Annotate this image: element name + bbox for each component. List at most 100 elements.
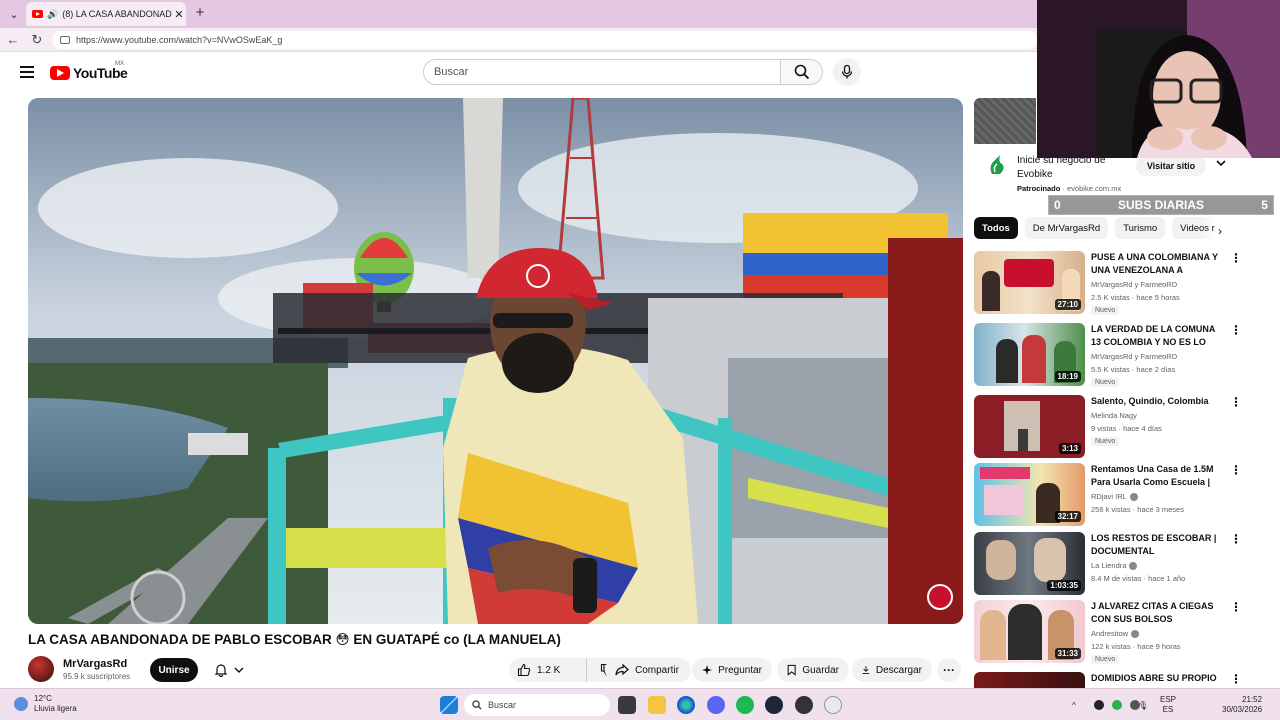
- browser-tab-active[interactable]: 🔊 (8) LA CASA ABANDONADA D ✕: [26, 2, 186, 26]
- video-title[interactable]: DOMIDIOS ABRE SU PROPIO: [1091, 672, 1226, 685]
- search-input[interactable]: [423, 59, 781, 85]
- chip-tourism[interactable]: Turismo: [1115, 217, 1166, 239]
- discord-icon[interactable]: [707, 696, 725, 714]
- video-stats: 256 k vistas · hace 3 meses: [1091, 505, 1184, 514]
- share-button[interactable]: Compartir: [605, 658, 691, 682]
- more-actions-icon[interactable]: ···: [937, 658, 961, 682]
- video-duration: 3:13: [1058, 443, 1081, 454]
- video-thumbnail[interactable]: 32:17: [974, 463, 1085, 526]
- list-item[interactable]: DOMIDIOS ABRE SU PROPIO ⋮: [974, 672, 1244, 688]
- url-field[interactable]: https://www.youtube.com/watch?v=NVwOSwEa…: [52, 31, 1037, 49]
- chip-all[interactable]: Todos: [974, 217, 1018, 239]
- ad-title[interactable]: Inicie su negocio de Evobike: [1017, 154, 1117, 182]
- download-button[interactable]: Descargar: [852, 658, 932, 682]
- channel-watermark-icon[interactable]: [927, 584, 953, 610]
- ad-expand-chevron-icon[interactable]: [1216, 158, 1226, 169]
- video-duration: 31:33: [1054, 648, 1081, 659]
- tray-app-icon[interactable]: [1094, 700, 1104, 710]
- daily-subs-overlay: 0 SUBS DIARIAS 5: [1048, 195, 1274, 215]
- video-title[interactable]: PUSE A UNA COLOMBIANA Y UNA VENEZOLANA A…: [1091, 251, 1226, 277]
- windows-start-icon[interactable]: [440, 696, 458, 714]
- more-options-icon[interactable]: ⋮: [1230, 395, 1242, 409]
- voice-search-button[interactable]: [833, 58, 861, 86]
- file-explorer-icon[interactable]: [648, 696, 666, 714]
- close-tab-icon[interactable]: ✕: [172, 8, 186, 21]
- chevron-right-icon[interactable]: ›: [1218, 224, 1222, 238]
- weather-condition: Lluvia ligera: [34, 704, 77, 713]
- video-title[interactable]: Salento, Quindio, Colombia: [1091, 395, 1226, 408]
- tray-app-icon[interactable]: [1112, 700, 1122, 710]
- ad-thumbnail[interactable]: [974, 98, 1036, 144]
- channel-name[interactable]: MrVargasRd: [63, 658, 127, 670]
- chip-from-channel[interactable]: De MrVargasRd: [1024, 217, 1109, 239]
- tray-app-icons[interactable]: [1094, 689, 1140, 720]
- list-item[interactable]: 31:33 J ALVAREZ CITAS A CIEGAS CON SUS B…: [974, 600, 1244, 664]
- video-thumbnail[interactable]: 1:03:35: [974, 532, 1085, 595]
- more-options-icon[interactable]: ⋮: [1230, 600, 1242, 614]
- more-options-icon[interactable]: ⋮: [1230, 251, 1242, 265]
- tray-chevron-up-icon[interactable]: ^: [1072, 689, 1076, 720]
- video-thumbnail[interactable]: 27:10: [974, 251, 1085, 314]
- video-channel: RDjavi IRL: [1091, 492, 1138, 501]
- list-item[interactable]: 18:19 LA VERDAD DE LA COMUNA 13 COLOMBIA…: [974, 323, 1244, 387]
- youtube-logo[interactable]: YouTube: [50, 65, 128, 81]
- video-title[interactable]: LA VERDAD DE LA COMUNA 13 COLOMBIA Y NO …: [1091, 323, 1226, 349]
- channel-avatar[interactable]: [28, 656, 54, 682]
- video-thumbnail[interactable]: 31:33: [974, 600, 1085, 663]
- video-title[interactable]: LOS RESTOS DE ESCOBAR | DOCUMENTAL: [1091, 532, 1226, 558]
- video-duration: 1:03:35: [1047, 580, 1081, 591]
- new-badge: Nuevo: [1091, 437, 1120, 446]
- weather-widget[interactable]: 12°C Lluvia ligera: [14, 694, 77, 714]
- chip-related[interactable]: Videos r: [1172, 217, 1219, 239]
- reload-icon[interactable]: ↻: [28, 31, 46, 49]
- more-options-icon[interactable]: ⋮: [1230, 532, 1242, 546]
- more-options-icon[interactable]: ⋮: [1230, 463, 1242, 477]
- tab-list-chevron-icon[interactable]: ⌄: [4, 4, 24, 24]
- clock[interactable]: 21:52 30/03/2026: [1222, 689, 1262, 720]
- new-badge: Nuevo: [1091, 378, 1120, 387]
- video-title[interactable]: J ALVAREZ CITAS A CIEGAS CON SUS BOLSOS: [1091, 600, 1226, 626]
- search-button[interactable]: [781, 59, 823, 85]
- more-options-icon[interactable]: ⋮: [1230, 672, 1242, 686]
- site-info-icon[interactable]: [60, 36, 70, 44]
- spotify-icon[interactable]: [736, 696, 754, 714]
- list-item[interactable]: 1:03:35 LOS RESTOS DE ESCOBAR | DOCUMENT…: [974, 532, 1244, 596]
- menu-icon[interactable]: [20, 66, 34, 78]
- cloud-rain-icon: [14, 697, 28, 711]
- ask-button[interactable]: Preguntar: [692, 658, 772, 682]
- video-thumbnail[interactable]: 18:19: [974, 323, 1085, 386]
- more-options-icon[interactable]: ⋮: [1230, 323, 1242, 337]
- steam-icon[interactable]: [765, 696, 783, 714]
- save-button[interactable]: Guardar: [777, 658, 849, 682]
- edge-browser-icon[interactable]: [677, 696, 695, 714]
- search-bar: [423, 59, 823, 85]
- obs-icon[interactable]: [795, 696, 813, 714]
- share-label: Compartir: [635, 664, 679, 676]
- join-button[interactable]: Unirse: [150, 658, 198, 682]
- speaker-icon[interactable]: 🔊: [47, 9, 58, 20]
- list-item[interactable]: 32:17 Rentamos Una Casa de 1.5M Para Usa…: [974, 463, 1244, 527]
- video-player[interactable]: [28, 98, 963, 624]
- video-channel: MrVargasRd y FarmeoRD: [1091, 352, 1177, 361]
- visit-site-button[interactable]: Visitar sitio: [1136, 156, 1206, 176]
- taskbar-search[interactable]: Buscar: [464, 694, 610, 716]
- task-view-icon[interactable]: [618, 696, 636, 714]
- app-icon[interactable]: [824, 696, 842, 714]
- like-button[interactable]: 1.2 K: [509, 658, 587, 682]
- notifications-button[interactable]: [205, 658, 253, 682]
- video-thumbnail[interactable]: 3:13: [974, 395, 1085, 458]
- chevron-down-icon: [234, 667, 244, 673]
- back-arrow-icon[interactable]: ←: [4, 31, 22, 49]
- video-thumbnail[interactable]: [974, 672, 1085, 688]
- bookmark-icon: [787, 664, 796, 676]
- microphone-icon[interactable]: 🎙: [1138, 689, 1148, 720]
- language-indicator[interactable]: ESP ES: [1160, 689, 1176, 720]
- ad-domain: evobike.com.mx: [1067, 184, 1122, 193]
- video-channel: Andresitow: [1091, 629, 1140, 638]
- video-channel: MrVargasRd y FarmeoRD: [1091, 280, 1177, 289]
- bell-icon: [214, 664, 228, 677]
- new-tab-button[interactable]: +: [192, 4, 208, 22]
- list-item[interactable]: 27:10 PUSE A UNA COLOMBIANA Y UNA VENEZO…: [974, 251, 1244, 315]
- list-item[interactable]: 3:13 Salento, Quindio, Colombia Melinda …: [974, 395, 1244, 459]
- video-title[interactable]: Rentamos Una Casa de 1.5M Para Usarla Co…: [1091, 463, 1226, 489]
